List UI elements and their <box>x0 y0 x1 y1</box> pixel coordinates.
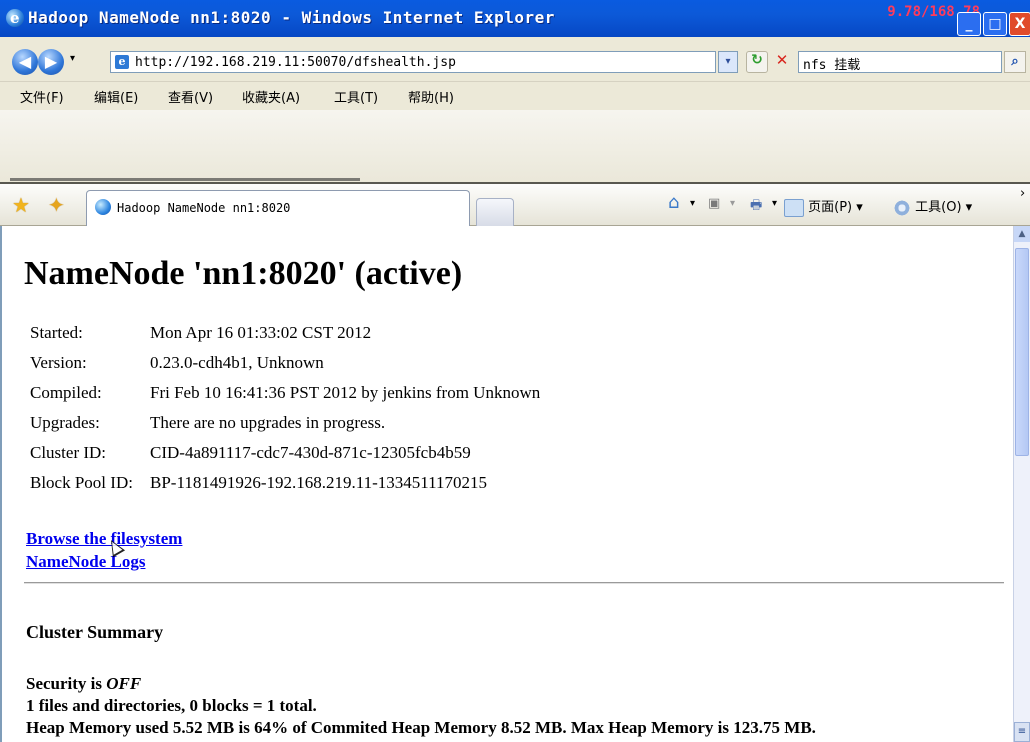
back-button[interactable]: ◀ <box>12 49 38 75</box>
menu-edit[interactable]: 编辑(E) <box>94 87 138 106</box>
info-key: Version: <box>30 353 87 372</box>
stop-button[interactable]: ✕ <box>771 51 793 73</box>
info-key: Cluster ID: <box>30 443 107 462</box>
refresh-button[interactable]: ↻ <box>746 51 768 73</box>
url-text: http://192.168.219.11:50070/dfshealth.js… <box>135 55 456 70</box>
page-menu-icon <box>784 198 804 217</box>
window-titlebar: e Hadoop NameNode nn1:8020 - Windows Int… <box>0 0 1030 37</box>
tools-menu-label: 工具(O) <box>915 200 962 215</box>
info-key: Upgrades: <box>30 413 100 432</box>
tab-label: Hadoop NameNode nn1:8020 <box>117 201 291 215</box>
heap-summary: Heap Memory used 5.52 MB is 64% of Commi… <box>26 718 816 737</box>
info-value: CID-4a891117-cdc7-430d-871c-12305fcb4b59 <box>150 443 471 462</box>
home-icon[interactable]: ⌂ <box>668 192 679 213</box>
address-bar: ◀ ▶ ▾ e http://192.168.219.11:50070/dfsh… <box>0 37 1030 82</box>
info-key: Started: <box>30 323 83 342</box>
menu-bar: 文件(F) 编辑(E) 查看(V) 收藏夹(A) 工具(T) 帮助(H) <box>0 82 1030 110</box>
tab-bar: ★ ✦ Hadoop NameNode nn1:8020 ⌂ ▾ ▣ ▾ 🖶 ▾… <box>0 182 1030 226</box>
info-value: Fri Feb 10 16:41:36 PST 2012 by jenkins … <box>150 383 541 402</box>
page-viewport: NameNode 'nn1:8020' (active) Started: Mo… <box>0 226 1013 742</box>
namenode-logs-link[interactable]: NameNode Logs <box>26 552 145 572</box>
menu-favorites[interactable]: 收藏夹(A) <box>242 87 300 106</box>
minimize-button[interactable]: _ <box>957 12 981 36</box>
new-tab-button[interactable] <box>476 198 514 226</box>
close-button[interactable]: X <box>1009 12 1030 36</box>
url-input[interactable]: e http://192.168.219.11:50070/dfshealth.… <box>110 51 716 73</box>
menu-help[interactable]: 帮助(H) <box>408 87 454 106</box>
url-dropdown-button[interactable]: ▾ <box>718 51 738 73</box>
menu-tools[interactable]: 工具(T) <box>334 87 378 106</box>
window-title: Hadoop NameNode nn1:8020 - Windows Inter… <box>28 8 555 27</box>
print-icon[interactable]: 🖶 <box>750 196 762 218</box>
info-value: BP-1181491926-192.168.219.11-13345111702… <box>150 473 488 492</box>
chevron-more-icon[interactable]: › <box>1020 186 1025 201</box>
tab-hadoop-namenode[interactable]: Hadoop NameNode nn1:8020 <box>86 190 470 226</box>
ie-logo-icon: e <box>6 9 24 27</box>
feeds-icon[interactable]: ▣ <box>708 196 720 211</box>
section-title: Cluster Summary <box>26 622 164 642</box>
search-input[interactable]: nfs 挂载 <box>798 51 1002 73</box>
favorites-star-icon[interactable]: ★ <box>12 193 30 217</box>
page-menu-label: 页面(P) <box>808 200 853 215</box>
forward-button[interactable]: ▶ <box>38 49 64 75</box>
divider <box>24 582 1004 584</box>
add-favorites-icon[interactable]: ✦ <box>48 193 65 217</box>
info-key: Compiled: <box>30 383 102 402</box>
scroll-up-icon[interactable]: ▲ <box>1014 226 1030 242</box>
search-button[interactable]: ⌕ <box>1004 51 1026 73</box>
toolbar-band <box>0 110 1030 181</box>
scroll-thumb[interactable] <box>1015 248 1029 456</box>
history-dropdown-icon[interactable]: ▾ <box>70 53 75 64</box>
gear-icon <box>893 199 911 216</box>
toolbar-divider <box>10 178 360 181</box>
page-icon: e <box>115 55 129 69</box>
security-value: OFF <box>106 674 142 693</box>
security-prefix: Security is <box>26 674 107 693</box>
page-title: NameNode 'nn1:8020' (active) <box>24 255 463 292</box>
maximize-button[interactable]: □ <box>983 12 1007 36</box>
tools-menu[interactable]: 工具(O) ▾ <box>893 196 972 216</box>
files-summary: 1 files and directories, 0 blocks = 1 to… <box>26 696 317 715</box>
ie-tab-icon <box>95 199 111 215</box>
menu-file[interactable]: 文件(F) <box>20 87 64 106</box>
info-value: There are no upgrades in progress. <box>150 413 386 432</box>
info-value: Mon Apr 16 01:33:02 CST 2012 <box>150 323 372 342</box>
page-menu[interactable]: 页面(P) ▾ <box>784 196 863 217</box>
security-status: Security is OFF <box>26 674 141 694</box>
vertical-scrollbar[interactable]: ▲ <box>1013 226 1030 742</box>
info-value: 0.23.0-cdh4b1, Unknown <box>150 353 324 372</box>
menu-view[interactable]: 查看(V) <box>168 87 213 106</box>
info-key: Block Pool ID: <box>30 473 133 492</box>
side-chip-icon[interactable]: ≡ <box>1014 722 1030 742</box>
browse-filesystem-link[interactable]: Browse the filesystem <box>26 529 182 549</box>
